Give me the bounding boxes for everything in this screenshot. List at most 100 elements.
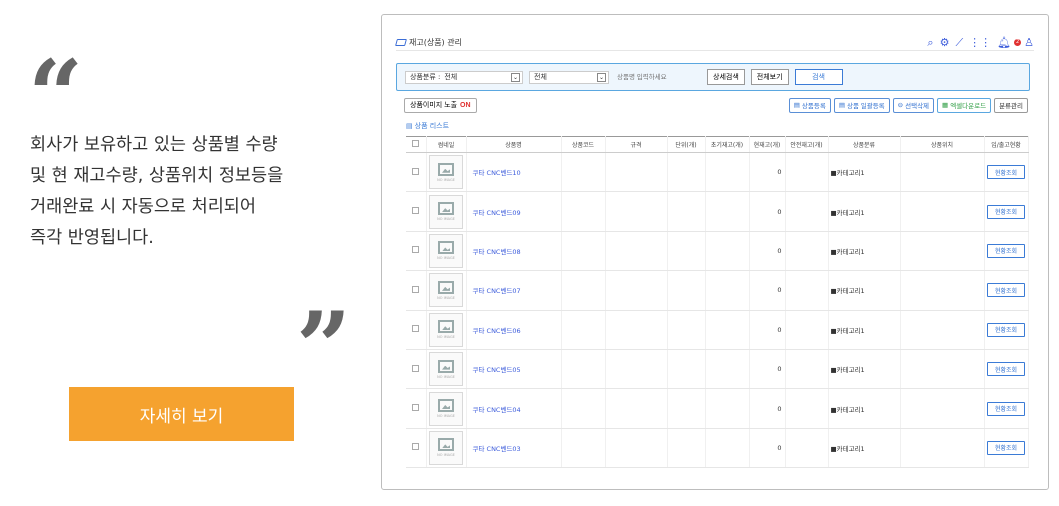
delete-selected-button[interactable]: ⊖ 선택삭제 [892, 97, 935, 113]
status-view-button[interactable]: 현황조회 [987, 440, 1025, 455]
row-checkbox[interactable] [412, 443, 420, 451]
product-unit [667, 428, 706, 469]
row-checkbox[interactable] [412, 246, 420, 254]
table-row[interactable]: NO IMAGE 쿠타 CNC벤드04 0 ■카테고리1 현황조회 [406, 388, 1029, 429]
row-checkbox-cell [406, 270, 427, 311]
product-name[interactable]: 쿠타 CNC벤드04 [466, 388, 562, 429]
column-header: 상품코드 [561, 136, 606, 153]
row-checkbox[interactable] [412, 167, 420, 175]
product-name[interactable]: 쿠타 CNC벤드07 [466, 270, 562, 311]
column-header: 상품명 [466, 136, 562, 153]
grid-icon[interactable]: ⋮⋮ [969, 36, 991, 49]
detail-search-button[interactable]: 상세검색 [707, 69, 745, 85]
more-button[interactable]: 자세히 보기 [69, 387, 294, 441]
type-select[interactable]: 전체 ⌄ [529, 70, 609, 84]
thumbnail[interactable]: NO IMAGE [429, 194, 463, 229]
thumbnail[interactable]: NO IMAGE [429, 233, 463, 268]
row-checkbox[interactable] [412, 325, 420, 333]
product-code [561, 231, 606, 272]
row-checkbox-cell [406, 231, 427, 272]
product-category: ■카테고리1 [828, 231, 901, 272]
row-checkbox[interactable] [412, 285, 420, 293]
thumbnail[interactable]: NO IMAGE [429, 430, 463, 465]
row-checkbox[interactable] [412, 404, 420, 412]
safety-stock [785, 310, 829, 350]
user-icon[interactable]: ♙ [1024, 36, 1034, 49]
product-spec [605, 270, 668, 311]
status-view-button[interactable]: 현황조회 [987, 362, 1025, 377]
product-location [900, 349, 985, 390]
status-view-button[interactable]: 현황조회 [987, 165, 1025, 180]
current-stock: 0 [749, 270, 786, 311]
product-unit [667, 349, 706, 390]
image-toggle-button[interactable]: 상품이미지 노출 ON [404, 97, 477, 113]
filter-bar: 상품분류 : 전체 ⌄ 전체 ⌄ 상세검색 전체보기 검색 [396, 63, 1030, 91]
thumbnail[interactable]: NO IMAGE [429, 273, 463, 308]
product-spec [605, 191, 668, 232]
safety-stock [785, 428, 829, 469]
table-row[interactable]: NO IMAGE 쿠타 CNC벤드03 0 ■카테고리1 현황조회 [406, 428, 1029, 469]
gear-icon[interactable]: ⚙ [940, 36, 950, 49]
thumbnail[interactable]: NO IMAGE [429, 155, 463, 190]
product-name[interactable]: 쿠타 CNC벤드08 [466, 231, 562, 272]
status-view-button[interactable]: 현황조회 [987, 243, 1025, 258]
table-row[interactable]: NO IMAGE 쿠타 CNC벤드06 0 ■카테고리1 현황조회 [406, 310, 1029, 350]
column-header: 입/출고현황 [984, 136, 1029, 153]
table-row[interactable]: NO IMAGE 쿠타 CNC벤드10 0 ■카테고리1 현황조회 [406, 152, 1029, 193]
status-view-button[interactable]: 현황조회 [987, 322, 1025, 337]
image-placeholder-icon [438, 320, 454, 334]
product-unit [667, 191, 706, 232]
bulk-register-button[interactable]: ▤ 상품 일괄등록 [833, 97, 890, 113]
category-label: 상품분류 : [410, 73, 441, 81]
row-checkbox[interactable] [412, 364, 420, 372]
status-view-button[interactable]: 현황조회 [987, 283, 1025, 298]
action-cell: 현황조회 [984, 388, 1029, 429]
product-unit [667, 152, 706, 193]
search-icon[interactable]: ⌕ [927, 36, 933, 50]
product-code [561, 270, 606, 311]
product-name[interactable]: 쿠타 CNC벤드10 [466, 152, 562, 193]
row-checkbox[interactable] [412, 207, 420, 215]
category-select[interactable]: 상품분류 : 전체 ⌄ [405, 70, 523, 84]
product-name[interactable]: 쿠타 CNC벤드09 [466, 191, 562, 232]
status-view-button[interactable]: 현황조회 [987, 401, 1025, 416]
thumbnail[interactable]: NO IMAGE [429, 312, 463, 347]
register-button[interactable]: ▤ 상품등록 [788, 97, 831, 113]
table-row[interactable]: NO IMAGE 쿠타 CNC벤드08 0 ■카테고리1 현황조회 [406, 231, 1029, 272]
status-view-button[interactable]: 현황조회 [987, 204, 1025, 219]
product-code [561, 310, 606, 350]
safety-stock [785, 231, 829, 272]
product-unit [667, 270, 706, 311]
table-row[interactable]: NO IMAGE 쿠타 CNC벤드05 0 ■카테고리1 현황조회 [406, 349, 1029, 390]
product-unit [667, 388, 706, 429]
search-button[interactable]: 검색 [794, 69, 843, 85]
table-row[interactable]: NO IMAGE 쿠타 CNC벤드09 0 ■카테고리1 현황조회 [406, 191, 1029, 232]
header-checkbox-cell [406, 136, 427, 153]
view-all-button[interactable]: 전체보기 [750, 69, 789, 85]
thumbnail-cell: NO IMAGE [426, 388, 467, 429]
row-checkbox-cell [406, 388, 427, 429]
product-name[interactable]: 쿠타 CNC벤드06 [466, 310, 562, 350]
no-image-label: NO IMAGE [437, 453, 455, 458]
select-all-checkbox[interactable] [412, 140, 420, 147]
table-row[interactable]: NO IMAGE 쿠타 CNC벤드07 0 ■카테고리1 현황조회 [406, 270, 1029, 311]
product-location [900, 388, 985, 429]
excel-download-button[interactable]: ▦ 엑셀다운로드 [937, 97, 992, 113]
safety-stock [785, 349, 829, 390]
thumbnail-cell: NO IMAGE [426, 428, 467, 469]
bell-icon[interactable]: 🔔︎ 2 [997, 36, 1022, 49]
product-code [561, 191, 606, 232]
chart-icon[interactable]: ⟋ [955, 36, 963, 50]
column-header: 규격 [605, 136, 668, 153]
thumbnail[interactable]: NO IMAGE [429, 391, 463, 426]
product-location [900, 191, 985, 232]
thumbnail[interactable]: NO IMAGE [429, 352, 463, 387]
column-header: 상품분류 [828, 136, 901, 153]
window-header: 재고(상품) 관리 ⌕ ⚙ ⟋ ⋮⋮ 🔔︎ 2 ♙ [395, 35, 1034, 51]
chevron-down-icon: ⌄ [511, 72, 520, 82]
product-name[interactable]: 쿠타 CNC벤드05 [466, 349, 562, 390]
search-input[interactable] [615, 70, 701, 84]
initial-stock [705, 231, 750, 272]
product-name[interactable]: 쿠타 CNC벤드03 [466, 428, 562, 469]
category-manage-button[interactable]: 분류관리 [994, 97, 1028, 113]
